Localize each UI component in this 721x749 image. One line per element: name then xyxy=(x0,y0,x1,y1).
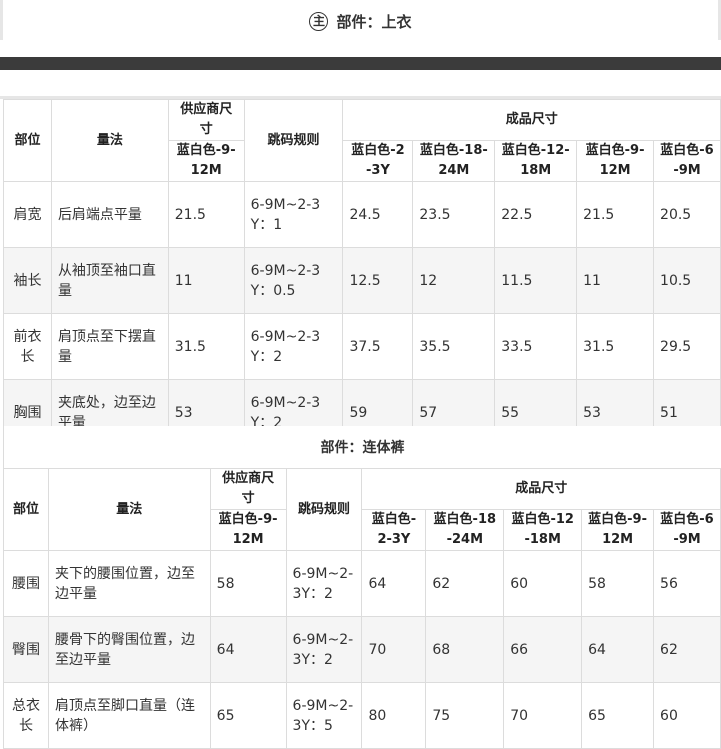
table-row: 肩宽 后肩端点平量 21.5 6-9M~2-3Y：1 24.5 23.5 22.… xyxy=(3,181,721,248)
table-row: 总衣长 肩顶点至脚口直量（连体裤） 65 6-9M~2-3Y：5 80 75 7… xyxy=(3,682,721,749)
col-header-method: 量法 xyxy=(50,99,169,182)
cell-size-value: 11 xyxy=(576,247,655,314)
col-header-supplier-group: 供应商尺寸 xyxy=(167,99,245,141)
table-row: 前衣长 肩顶点至下摆直量 31.5 6-9M~2-3Y：2 37.5 35.5 … xyxy=(3,313,721,380)
col-header-size: 蓝白色-6-9M xyxy=(653,140,721,182)
spacer xyxy=(0,40,721,57)
size-table-top: 部位 量法 供应商尺寸 跳码规则 成品尺寸 蓝白色-9-12M 蓝白色-2-3Y… xyxy=(3,99,721,446)
cell-size-value: 35.5 xyxy=(412,313,496,380)
cell-size-value: 60 xyxy=(653,682,721,749)
cell-size-value: 70 xyxy=(361,616,427,683)
table-row: 臀围 腰骨下的臀围位置，边至边平量 64 6-9M~2-3Y：2 70 68 6… xyxy=(3,616,721,683)
col-header-size: 蓝白色-18-24M xyxy=(425,509,505,551)
cell-supplier: 21.5 xyxy=(167,181,245,248)
cell-size-value: 64 xyxy=(361,550,427,617)
cell-method: 后肩端点平量 xyxy=(50,181,169,248)
cell-size-value: 31.5 xyxy=(576,313,655,380)
col-header-size: 蓝白色-18-24M xyxy=(412,140,496,182)
cell-rule: 6-9M~2-3Y：0.5 xyxy=(243,247,344,314)
header-row: 部位 量法 供应商尺寸 跳码规则 成品尺寸 xyxy=(3,468,721,551)
col-header-part: 部位 xyxy=(3,468,49,551)
cell-size-value: 62 xyxy=(425,550,505,617)
cell-part: 前衣长 xyxy=(3,313,52,380)
cell-rule: 6-9M~2-3Y：2 xyxy=(285,616,363,683)
cell-method: 从袖顶至袖口直量 xyxy=(50,247,169,314)
cell-method: 肩顶点至下摆直量 xyxy=(50,313,169,380)
cell-size-value: 65 xyxy=(581,682,655,749)
cell-size-value: 21.5 xyxy=(576,181,655,248)
cell-method: 肩顶点至脚口直量（连体裤） xyxy=(47,682,211,749)
cell-supplier: 65 xyxy=(209,682,287,749)
cell-method: 夹下的腰围位置，边至边平量 xyxy=(47,550,211,617)
col-header-finished-group: 成品尺寸 xyxy=(342,99,721,141)
cell-size-value: 60 xyxy=(503,550,583,617)
cell-supplier: 31.5 xyxy=(167,313,245,380)
col-header-size: 蓝白色-6-9M xyxy=(653,509,721,551)
col-header-size: 蓝白色-2-3Y xyxy=(342,140,414,182)
size-table-jumpsuit: 部位 量法 供应商尺寸 跳码规则 成品尺寸 蓝白色-9-12M 蓝白色-2-3Y… xyxy=(3,468,721,749)
cell-size-value: 75 xyxy=(425,682,505,749)
main-badge-icon: 主 xyxy=(309,11,329,31)
col-header-rule: 跳码规则 xyxy=(285,468,363,551)
cell-size-value: 33.5 xyxy=(494,313,578,380)
cell-size-value: 20.5 xyxy=(653,181,721,248)
cell-size-value: 66 xyxy=(503,616,583,683)
cell-size-value: 64 xyxy=(581,616,655,683)
table-row: 袖长 从袖顶至袖口直量 11 6-9M~2-3Y：0.5 12.5 12 11.… xyxy=(3,247,721,314)
cell-part: 肩宽 xyxy=(3,181,52,248)
part-header: 主 部件：上衣 xyxy=(0,0,721,40)
cell-rule: 6-9M~2-3Y：5 xyxy=(285,682,363,749)
col-header-size: 蓝白色-9-12M xyxy=(576,140,655,182)
cell-size-value: 23.5 xyxy=(412,181,496,248)
col-header-rule: 跳码规则 xyxy=(243,99,344,182)
col-header-method: 量法 xyxy=(47,468,211,551)
table-row: 腰围 夹下的腰围位置，边至边平量 58 6-9M~2-3Y：2 64 62 60… xyxy=(3,550,721,617)
cell-part: 臀围 xyxy=(3,616,49,683)
col-header-supplier-size: 蓝白色-9-12M xyxy=(167,140,245,182)
cell-size-value: 62 xyxy=(653,616,721,683)
cell-size-value: 24.5 xyxy=(342,181,414,248)
cell-method: 腰骨下的臀围位置，边至边平量 xyxy=(47,616,211,683)
col-header-size: 蓝白色-12-18M xyxy=(503,509,583,551)
part-title: 部件：上衣 xyxy=(336,12,412,31)
col-header-size: 蓝白色-12-18M xyxy=(494,140,578,182)
col-header-finished-group: 成品尺寸 xyxy=(361,468,721,510)
cell-size-value: 12.5 xyxy=(342,247,414,314)
col-header-size: 蓝白色-9-12M xyxy=(581,509,655,551)
cell-part: 袖长 xyxy=(3,247,52,314)
cell-size-value: 10.5 xyxy=(653,247,721,314)
cell-size-value: 56 xyxy=(653,550,721,617)
col-header-supplier-size: 蓝白色-9-12M xyxy=(209,509,287,551)
cell-supplier: 11 xyxy=(167,247,245,314)
cell-size-value: 80 xyxy=(361,682,427,749)
spacer xyxy=(0,70,721,99)
cell-size-value: 29.5 xyxy=(653,313,721,380)
cell-rule: 6-9M~2-3Y：1 xyxy=(243,181,344,248)
part-header-inner: 主 部件：上衣 xyxy=(3,9,718,33)
cell-size-value: 37.5 xyxy=(342,313,414,380)
cell-part: 腰围 xyxy=(3,550,49,617)
cell-size-value: 58 xyxy=(581,550,655,617)
cell-part: 总衣长 xyxy=(3,682,49,749)
section-title-jumpsuit: 部件：连体裤 xyxy=(3,426,721,468)
cell-size-value: 22.5 xyxy=(494,181,578,248)
cell-size-value: 70 xyxy=(503,682,583,749)
cell-size-value: 11.5 xyxy=(494,247,578,314)
header-row: 部位 量法 供应商尺寸 跳码规则 成品尺寸 xyxy=(3,99,721,182)
cell-supplier: 64 xyxy=(209,616,287,683)
divider-bar xyxy=(0,57,721,70)
cell-rule: 6-9M~2-3Y：2 xyxy=(285,550,363,617)
cell-supplier: 58 xyxy=(209,550,287,617)
cell-size-value: 68 xyxy=(425,616,505,683)
col-header-supplier-group: 供应商尺寸 xyxy=(209,468,287,510)
col-header-size: 蓝白色-2-3Y xyxy=(361,509,427,551)
cell-rule: 6-9M~2-3Y：2 xyxy=(243,313,344,380)
cell-size-value: 12 xyxy=(412,247,496,314)
col-header-part: 部位 xyxy=(3,99,52,182)
